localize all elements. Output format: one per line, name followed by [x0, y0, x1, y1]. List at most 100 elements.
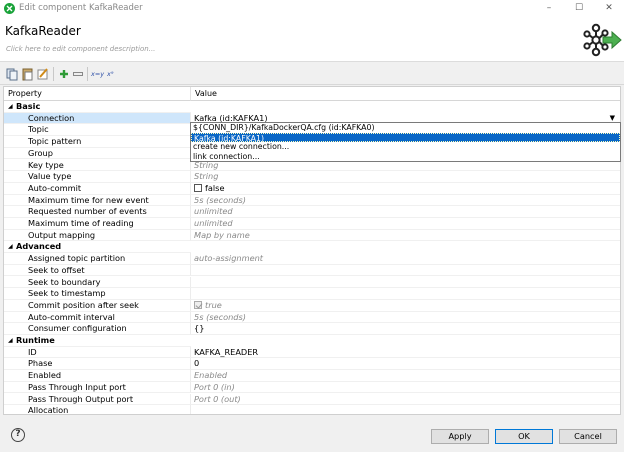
property-value[interactable]: 5s (seconds)	[191, 195, 620, 207]
property-label: Consumer configuration	[4, 323, 191, 335]
property-value[interactable]	[191, 288, 620, 300]
property-label: Output mapping	[4, 229, 191, 242]
property-row-enabled[interactable]: Enabled Enabled	[4, 370, 620, 382]
property-value: false	[205, 182, 225, 193]
property-label: Connection	[4, 112, 191, 125]
dropdown-option[interactable]: ${CONN_DIR}/KafkaDockerQA.cfg (id:KAFKA0…	[191, 123, 620, 133]
connection-dropdown-list: ${CONN_DIR}/KafkaDockerQA.cfg (id:KAFKA0…	[190, 122, 621, 162]
cancel-button[interactable]: Cancel	[559, 429, 617, 444]
property-value[interactable]: Enabled	[191, 370, 620, 382]
property-row-seek-offset[interactable]: Seek to offset	[4, 264, 620, 277]
property-label: Auto-commit	[4, 182, 191, 195]
property-row-auto-commit[interactable]: Auto-commit false	[4, 182, 620, 195]
property-label: Auto-commit interval	[4, 311, 191, 324]
property-value[interactable]: KAFKA_READER	[191, 347, 620, 359]
kafka-reader-logo-icon	[583, 23, 622, 57]
property-label: Key type	[4, 159, 191, 172]
dropdown-option[interactable]: link connection...	[191, 152, 620, 162]
edit-icon[interactable]	[37, 67, 49, 81]
property-value[interactable]	[191, 265, 620, 277]
dropdown-option-selected[interactable]: Kafka (id:KAFKA1)	[191, 132, 620, 143]
close-button[interactable]: ✕	[594, 0, 624, 18]
property-row-max-time-reading[interactable]: Maximum time of reading unlimited	[4, 218, 620, 230]
property-value[interactable]: Map by name	[191, 230, 620, 242]
app-logo-icon	[4, 3, 15, 14]
property-row-max-time-new-event[interactable]: Maximum time for new event 5s (seconds)	[4, 194, 620, 207]
category-runtime[interactable]: ◢ Runtime	[4, 335, 620, 347]
property-row-assigned-partition[interactable]: Assigned topic partition auto-assignment	[4, 253, 620, 265]
collapse-arrow-icon[interactable]: ◢	[8, 241, 13, 252]
property-value[interactable]: 0	[191, 358, 620, 371]
property-row-output-mapping[interactable]: Output mapping Map by name	[4, 229, 620, 242]
category-label: Basic	[16, 101, 41, 111]
swap-icon[interactable]: x=y	[91, 67, 104, 81]
category-advanced[interactable]: ◢ Advanced	[4, 241, 620, 254]
dropdown-option[interactable]: create new connection...	[191, 142, 620, 152]
component-description-field[interactable]: Click here to edit component description…	[6, 45, 155, 53]
maximize-button[interactable]: ☐	[564, 0, 594, 18]
dialog-footer: ? Apply OK Cancel	[0, 416, 624, 452]
property-label: Commit position after seek	[4, 299, 191, 312]
property-row-auto-commit-interval[interactable]: Auto-commit interval 5s (seconds)	[4, 311, 620, 324]
property-label: Group	[4, 147, 191, 160]
property-row-requested-events[interactable]: Requested number of events unlimited	[4, 206, 620, 218]
property-row-seek-timestamp[interactable]: Seek to timestamp	[4, 288, 620, 300]
property-row-allocation[interactable]: Allocation	[4, 405, 620, 414]
property-value[interactable]: String	[191, 171, 620, 183]
category-label: Runtime	[16, 335, 55, 345]
property-row-consumer-config[interactable]: Consumer configuration {}	[4, 323, 620, 335]
property-label: ID	[4, 346, 191, 359]
property-row-pass-through-input[interactable]: Pass Through Input port Port 0 (in)	[4, 381, 620, 394]
component-header: KafkaReader Click here to edit component…	[0, 18, 624, 62]
toolbar: x=y x⁹	[0, 63, 624, 85]
apply-button[interactable]: Apply	[431, 429, 489, 444]
property-value[interactable]	[191, 405, 620, 414]
paste-icon[interactable]	[22, 67, 34, 81]
property-label: Enabled	[4, 370, 191, 382]
property-row-value-type[interactable]: Value type String	[4, 171, 620, 183]
property-row-pass-through-output[interactable]: Pass Through Output port Port 0 (out)	[4, 393, 620, 406]
property-row-seek-boundary[interactable]: Seek to boundary	[4, 276, 620, 289]
property-value[interactable]: unlimited	[191, 218, 620, 230]
commit-after-seek-checkbox[interactable]	[194, 300, 202, 309]
property-column-header[interactable]: Property	[4, 87, 191, 101]
property-value: true	[205, 299, 222, 310]
property-label: Seek to offset	[4, 264, 191, 277]
property-label: Assigned topic partition	[4, 253, 191, 265]
property-label: Maximum time of reading	[4, 218, 191, 230]
property-label: Value type	[4, 171, 191, 183]
property-value[interactable]: auto-assignment	[191, 253, 620, 265]
commit-after-seek-value[interactable]: true	[191, 300, 620, 312]
property-label: Seek to timestamp	[4, 288, 191, 300]
auto-commit-checkbox[interactable]	[194, 183, 202, 192]
property-value[interactable]: Port 0 (in)	[191, 382, 620, 394]
ok-button[interactable]: OK	[495, 429, 553, 444]
collapse-arrow-icon[interactable]: ◢	[8, 335, 13, 346]
category-basic[interactable]: ◢ Basic	[4, 101, 620, 113]
value-column-header[interactable]: Value	[191, 87, 620, 101]
minimize-button[interactable]: –	[534, 0, 564, 18]
property-row-commit-after-seek[interactable]: Commit position after seek true	[4, 299, 620, 312]
property-row-phase[interactable]: Phase 0	[4, 358, 620, 371]
property-label: Allocation	[4, 405, 191, 414]
property-label: Phase	[4, 358, 191, 371]
remove-icon[interactable]	[72, 67, 84, 81]
property-value[interactable]: unlimited	[191, 206, 620, 218]
property-value[interactable]: 5s (seconds)	[191, 312, 620, 324]
help-icon[interactable]: ?	[11, 428, 25, 442]
add-icon[interactable]	[58, 67, 70, 81]
copy-icon[interactable]	[6, 67, 18, 81]
property-row-id[interactable]: ID KAFKA_READER	[4, 346, 620, 359]
property-value[interactable]	[191, 277, 620, 289]
category-label: Advanced	[16, 241, 62, 252]
component-name: KafkaReader	[5, 24, 81, 38]
auto-commit-value[interactable]: false	[191, 183, 620, 195]
bind-icon[interactable]: x⁹	[107, 67, 113, 81]
property-value[interactable]: Port 0 (out)	[191, 394, 620, 406]
collapse-arrow-icon[interactable]: ◢	[8, 101, 13, 112]
property-label: Maximum time for new event	[4, 194, 191, 207]
property-label: Seek to boundary	[4, 276, 191, 289]
window-title: Edit component KafkaReader	[19, 3, 143, 13]
property-value[interactable]: {}	[191, 323, 620, 335]
property-label: Pass Through Output port	[4, 393, 191, 406]
